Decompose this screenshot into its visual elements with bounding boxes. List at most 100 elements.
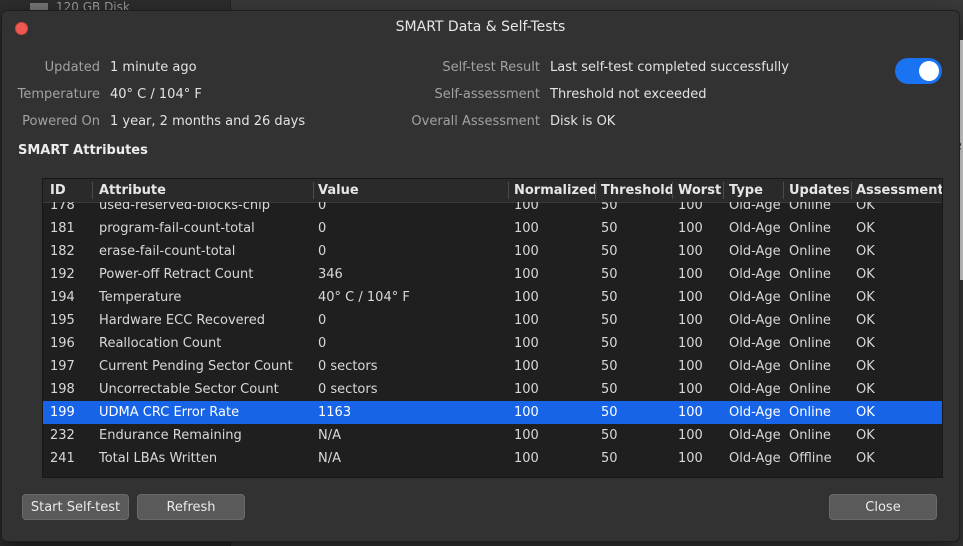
cell-type: Old-Age xyxy=(729,336,781,351)
cell-threshold: 50 xyxy=(601,336,618,351)
cell-type: Old-Age xyxy=(729,221,781,236)
cell-threshold: 50 xyxy=(601,382,618,397)
cell-type: Old-Age xyxy=(729,359,781,374)
cell-type: Old-Age xyxy=(729,202,781,213)
cell-id: 192 xyxy=(50,267,75,282)
cell-id: 181 xyxy=(50,221,75,236)
column-header-normalized[interactable]: Normalized xyxy=(514,183,597,198)
temperature-value: 40° C / 104° F xyxy=(110,87,202,102)
column-divider[interactable] xyxy=(508,182,509,199)
table-row[interactable]: 195 Hardware ECC Recovered 0 100 50 100 Old-Ag… xyxy=(43,309,942,332)
cell-updates: Online xyxy=(789,267,831,282)
cell-attribute: used-reserved-blocks-chip xyxy=(99,202,270,213)
cell-worst: 100 xyxy=(678,313,703,328)
cell-worst: 100 xyxy=(678,359,703,374)
cell-worst: 100 xyxy=(678,221,703,236)
cell-attribute: Uncorrectable Sector Count xyxy=(99,382,279,397)
column-divider[interactable] xyxy=(313,182,314,199)
table-header: ID Attribute Value Normalized Threshold Worst… xyxy=(43,179,942,203)
updated-value: 1 minute ago xyxy=(110,60,197,75)
cell-id: 232 xyxy=(50,428,75,443)
cell-updates: Online xyxy=(789,405,831,420)
table-row[interactable]: 196 Reallocation Count 0 100 50 100 Old-Age Onl… xyxy=(43,332,942,355)
self-assessment-value: Threshold not exceeded xyxy=(550,87,707,102)
table-row[interactable]: 198 Uncorrectable Sector Count 0 sectors 10… xyxy=(43,378,942,401)
cell-normalized: 100 xyxy=(514,382,539,397)
cell-updates: Online xyxy=(789,202,831,213)
cell-id: 195 xyxy=(50,313,75,328)
cell-attribute: Reallocation Count xyxy=(99,336,222,351)
cell-worst: 100 xyxy=(678,202,703,213)
cell-updates: Online xyxy=(789,428,831,443)
column-divider[interactable] xyxy=(723,182,724,199)
column-header-type[interactable]: Type xyxy=(729,183,763,198)
column-header-threshold[interactable]: Threshold xyxy=(601,183,674,198)
overall-assessment-label: Overall Assessment xyxy=(411,114,540,129)
cell-attribute: UDMA CRC Error Rate xyxy=(99,405,240,420)
cell-assessment: OK xyxy=(856,451,875,466)
cell-id: 196 xyxy=(50,336,75,351)
table-row[interactable]: 178 used-reserved-blocks-chip 0 100 50 100 Old… xyxy=(43,202,942,217)
table-row[interactable]: 197 Current Pending Sector Count 0 sectors… xyxy=(43,355,942,378)
cell-attribute: Power-off Retract Count xyxy=(99,267,254,282)
cell-updates: Online xyxy=(789,221,831,236)
cell-worst: 100 xyxy=(678,405,703,420)
cell-type: Old-Age xyxy=(729,313,781,328)
cell-value: 0 xyxy=(318,313,327,328)
cell-id: 182 xyxy=(50,244,75,259)
temperature-label: Temperature xyxy=(17,87,100,102)
cell-value: 0 xyxy=(318,244,327,259)
cell-type: Old-Age xyxy=(729,451,781,466)
close-button[interactable]: Close xyxy=(829,494,937,520)
table-row[interactable]: 182 erase-fail-count-total 0 100 50 100 Old-Ag… xyxy=(43,240,942,263)
column-header-updates[interactable]: Updates xyxy=(789,183,850,198)
cell-normalized: 100 xyxy=(514,221,539,236)
cell-value: 0 sectors xyxy=(318,382,378,397)
column-header-attribute[interactable]: Attribute xyxy=(99,183,166,198)
table-row[interactable]: 194 Temperature 40° C / 104° F 100 50 100 Old-… xyxy=(43,286,942,309)
column-divider[interactable] xyxy=(783,182,784,199)
table-row[interactable]: 192 Power-off Retract Count 346 100 50 100 Old… xyxy=(43,263,942,286)
cell-threshold: 50 xyxy=(601,244,618,259)
refresh-button[interactable]: Refresh xyxy=(137,494,245,520)
column-divider[interactable] xyxy=(595,182,596,199)
cell-value: N/A xyxy=(318,428,341,443)
column-header-id[interactable]: ID xyxy=(50,183,66,198)
cell-threshold: 50 xyxy=(601,313,618,328)
smart-toggle[interactable] xyxy=(895,58,942,84)
self-test-result-value: Last self-test completed successfully xyxy=(550,60,789,75)
cell-worst: 100 xyxy=(678,244,703,259)
cell-type: Old-Age xyxy=(729,290,781,305)
column-divider[interactable] xyxy=(672,182,673,199)
cell-worst: 100 xyxy=(678,267,703,282)
cell-normalized: 100 xyxy=(514,290,539,305)
cell-assessment: OK xyxy=(856,336,875,351)
table-row[interactable]: 181 program-fail-count-total 0 100 50 100 Old-… xyxy=(43,217,942,240)
start-self-test-button[interactable]: Start Self-test xyxy=(22,494,129,520)
cell-type: Old-Age xyxy=(729,382,781,397)
table-row[interactable]: 232 Endurance Remaining N/A 100 50 100 Old-Age… xyxy=(43,424,942,447)
toggle-knob xyxy=(919,61,939,81)
cell-assessment: OK xyxy=(856,382,875,397)
table-body[interactable]: 178 used-reserved-blocks-chip 0 100 50 100 Old… xyxy=(43,202,942,477)
cell-value: 0 sectors xyxy=(318,359,378,374)
column-header-worst[interactable]: Worst xyxy=(678,183,721,198)
column-divider[interactable] xyxy=(92,182,93,199)
table-row[interactable]: 199 UDMA CRC Error Rate 1163 100 50 100 Old-Ag… xyxy=(43,401,942,424)
cell-attribute: erase-fail-count-total xyxy=(99,244,236,259)
cell-normalized: 100 xyxy=(514,244,539,259)
cell-id: 198 xyxy=(50,382,75,397)
cell-threshold: 50 xyxy=(601,267,618,282)
column-header-assessment[interactable]: Assessment xyxy=(856,183,942,198)
cell-normalized: 100 xyxy=(514,451,539,466)
cell-value: 40° C / 104° F xyxy=(318,290,410,305)
column-divider[interactable] xyxy=(851,182,852,199)
cell-attribute: Endurance Remaining xyxy=(99,428,242,443)
cell-worst: 100 xyxy=(678,290,703,305)
table-row[interactable]: 241 Total LBAs Written N/A 100 50 100 Old-Age O… xyxy=(43,447,942,470)
cell-attribute: Hardware ECC Recovered xyxy=(99,313,265,328)
cell-assessment: OK xyxy=(856,313,875,328)
column-header-value[interactable]: Value xyxy=(318,183,359,198)
cell-worst: 100 xyxy=(678,336,703,351)
cell-id: 178 xyxy=(50,202,75,213)
